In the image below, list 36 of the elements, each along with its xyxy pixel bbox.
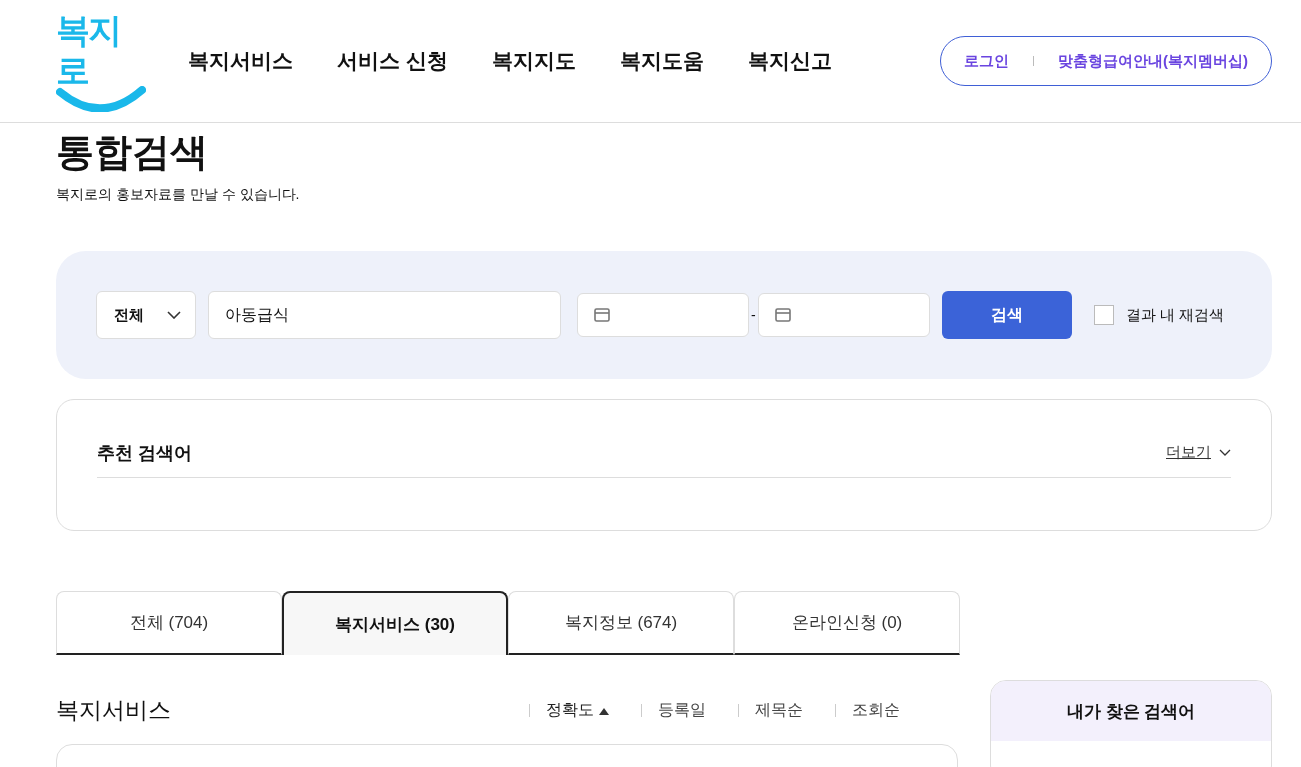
checkbox[interactable] (1093, 305, 1114, 325)
more-link[interactable]: 더보기 (1166, 443, 1231, 462)
result-tab[interactable]: 온라인신청 (0) (734, 591, 960, 655)
nav-link[interactable]: 복지신고 (747, 47, 832, 75)
category-select[interactable]: 전체 (96, 291, 196, 339)
end-date-field[interactable] (757, 293, 930, 337)
sort-option[interactable]: 등록일 (658, 700, 707, 721)
triangle-up-icon (599, 706, 610, 715)
header-link[interactable]: 로그인 (964, 51, 1009, 71)
search-field[interactable]: 아동급식 (208, 291, 561, 339)
checkbox-label: 결과 내 재검색 (1125, 305, 1224, 325)
result-tab[interactable]: 전체 (704) (56, 591, 282, 655)
result-tab[interactable]: 복지서비스 (30) (282, 591, 508, 655)
nav-link[interactable]: 복지도움 (619, 47, 704, 75)
nav-link[interactable]: 서비스 신청 (337, 47, 448, 75)
sort-option[interactable]: 조회순 (852, 700, 901, 721)
logo-text: 복지로 (56, 10, 121, 90)
date-separator: - (751, 307, 756, 323)
section-title: 복지서비스 (56, 696, 171, 725)
calendar-icon (594, 308, 610, 322)
sort-option[interactable]: 정확도 (546, 700, 610, 721)
nav-link[interactable]: 복지서비스 (188, 47, 293, 75)
chevron-down-icon (1219, 448, 1231, 457)
page-title: 통합검색 (56, 130, 209, 175)
chevron-down-icon (167, 311, 181, 319)
page-subtitle: 복지로의 홍보자료를 만날 수 있습니다. (56, 185, 301, 203)
recommend-title: 추천 검색어 (97, 441, 192, 465)
header-link[interactable]: 맞춤형급여안내(복지멤버십) (1058, 51, 1248, 71)
calendar-icon (774, 308, 791, 322)
start-date-field[interactable] (577, 293, 749, 337)
result-tab[interactable]: 복지정보 (674) (508, 591, 734, 655)
smile-icon (56, 86, 146, 112)
nav-link[interactable]: 복지지도 (491, 47, 576, 75)
sort-option[interactable]: 제목순 (755, 700, 804, 721)
search-button[interactable]: 검색 (941, 291, 1072, 339)
recent-searches-title: 내가 찾은 검색어 (1067, 700, 1196, 723)
